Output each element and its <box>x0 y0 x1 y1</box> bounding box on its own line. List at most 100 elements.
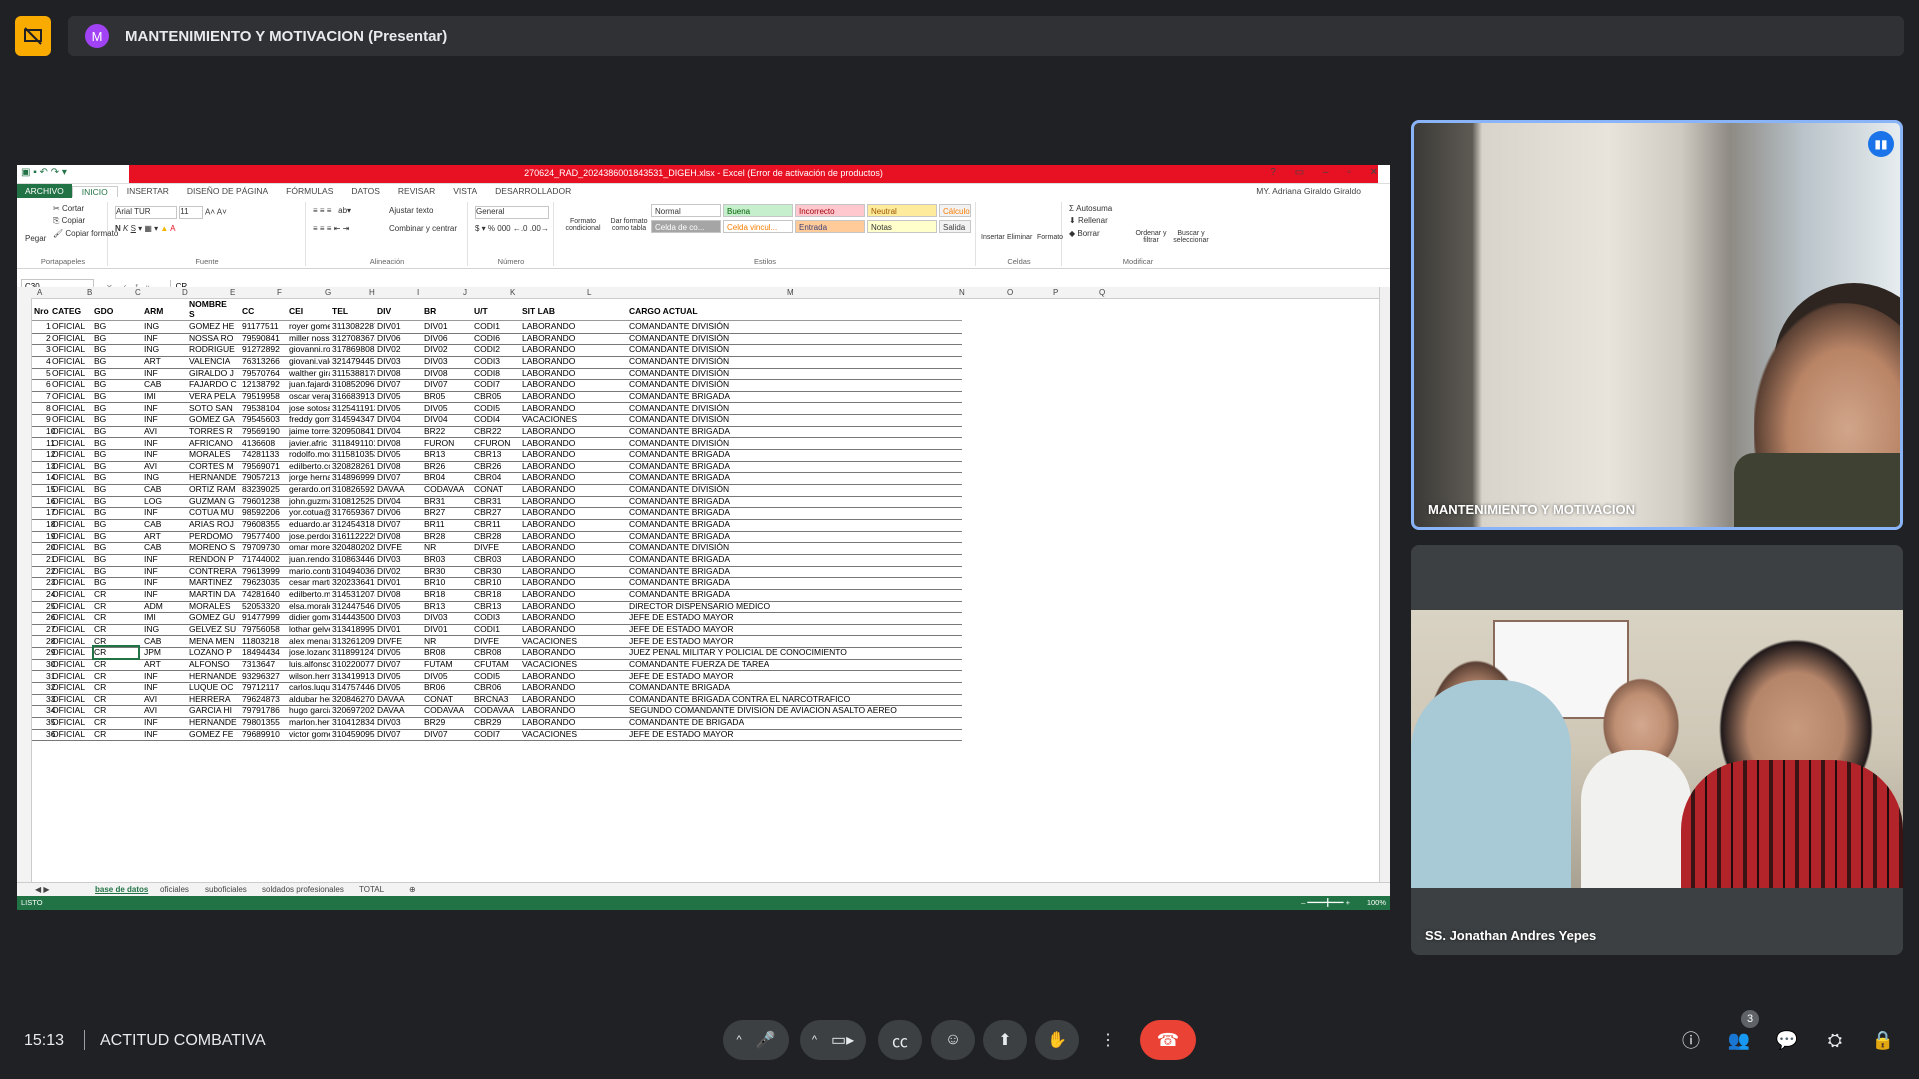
table-cell[interactable]: CR <box>92 645 140 661</box>
table-cell[interactable]: BG <box>94 403 106 414</box>
table-cell[interactable]: OFICIAL <box>52 636 85 647</box>
table-cell[interactable]: DIV03 <box>377 356 401 367</box>
table-cell[interactable]: juan.fajardo <box>289 379 330 390</box>
table-cell[interactable]: BG <box>94 531 106 542</box>
add-sheet-icon[interactable]: ⊕ <box>409 885 416 894</box>
table-cell[interactable]: 4 <box>46 356 51 367</box>
table-cell[interactable]: COMANDANTE DIVISIÓN <box>629 414 729 425</box>
table-cell[interactable]: DIV07 <box>377 472 401 483</box>
table-cell[interactable]: 79709730 <box>242 542 280 553</box>
table-cell[interactable]: BG <box>94 414 106 425</box>
table-row[interactable]: 36 OFICIAL CR INF GOMEZ FE 79689910 victor gom… <box>32 729 962 742</box>
table-cell[interactable]: DIV07 <box>424 379 448 390</box>
table-cell[interactable]: LABORANDO <box>522 391 575 402</box>
table-cell[interactable]: COMANDANTE BRIGADA <box>629 507 730 518</box>
format-cells-button[interactable]: Formato <box>1037 234 1063 241</box>
microphone-button[interactable]: ^ 🎤 <box>723 1020 789 1060</box>
table-cell[interactable]: 3145943478 <box>332 414 375 425</box>
table-cell[interactable]: BRCNA3 <box>474 694 508 705</box>
table-cell[interactable]: LABORANDO <box>522 403 575 414</box>
table-cell[interactable]: LABORANDO <box>522 566 575 577</box>
table-cell[interactable]: LABORANDO <box>522 531 575 542</box>
table-cell[interactable]: GOMEZ FE <box>189 729 233 740</box>
table-cell[interactable]: GIRALDO J <box>189 368 234 379</box>
table-cell[interactable]: INF <box>144 671 158 682</box>
table-cell[interactable]: BR29 <box>424 717 445 728</box>
table-cell[interactable]: COMANDANTE DIVISIÓN <box>629 379 729 390</box>
table-cell[interactable]: OFICIAL <box>52 438 85 449</box>
stop-presenting-icon[interactable] <box>15 16 51 56</box>
table-cell[interactable]: BR08 <box>424 647 445 658</box>
table-cell[interactable]: LABORANDO <box>522 577 575 588</box>
table-cell[interactable]: BG <box>94 426 106 437</box>
table-cell[interactable]: LABORANDO <box>522 589 575 600</box>
table-cell[interactable]: CBR05 <box>474 391 501 402</box>
table-cell[interactable]: CONAT <box>424 694 453 705</box>
table-cell[interactable]: CODAVAA <box>474 705 514 716</box>
style-incorrecto[interactable]: Incorrecto <box>795 204 865 217</box>
table-cell[interactable]: 79545603 <box>242 414 280 425</box>
table-cell[interactable]: COMANDANTE BRIGADA <box>629 531 730 542</box>
table-cell[interactable]: BR22 <box>424 426 445 437</box>
table-cell[interactable]: alex mena@ <box>289 636 330 647</box>
table-cell[interactable]: JEFE DE ESTADO MAYOR <box>629 636 734 647</box>
table-cell[interactable]: CODI7 <box>474 379 500 390</box>
table-cell[interactable]: 6 <box>46 379 51 390</box>
table-cell[interactable]: ART <box>144 659 161 670</box>
table-cell[interactable]: COMANDANTE FUERZA DE TAREA <box>629 659 769 670</box>
table-cell[interactable]: LABORANDO <box>522 356 575 367</box>
table-cell[interactable]: FUTAM <box>424 659 453 670</box>
table-cell[interactable]: COMANDANTE BRIGADA <box>629 682 730 693</box>
sheet-nav-icon[interactable]: ◀ ▶ <box>35 885 50 894</box>
table-cell[interactable]: 3178698083 <box>332 344 375 355</box>
table-cell[interactable]: CODI4 <box>474 414 500 425</box>
table-cell[interactable]: CBR08 <box>474 647 501 658</box>
table-cell[interactable]: PERDOMO <box>189 531 233 542</box>
table-cell[interactable]: DIV08 <box>377 438 401 449</box>
leave-call-button[interactable]: ☎ <box>1140 1020 1196 1060</box>
table-cell[interactable]: CBR30 <box>474 566 501 577</box>
table-cell[interactable]: hugo garcia <box>289 705 330 716</box>
column-letter[interactable]: H <box>369 288 375 297</box>
table-cell[interactable]: AVI <box>144 461 157 472</box>
table-cell[interactable]: 3104590952 <box>332 729 375 740</box>
table-cell[interactable]: CODI3 <box>474 356 500 367</box>
table-cell[interactable]: 79801355 <box>242 717 280 728</box>
table-cell[interactable]: BR13 <box>424 601 445 612</box>
table-cell[interactable]: COMANDANTE DIVISIÓN <box>629 403 729 414</box>
table-cell[interactable]: JPM <box>144 647 161 658</box>
table-cell[interactable]: marlon.hern <box>289 717 330 728</box>
table-cell[interactable]: john.guzma <box>289 496 330 507</box>
table-cell[interactable]: CONAT <box>474 484 503 495</box>
table-cell[interactable]: AFRICANO <box>189 438 233 449</box>
table-cell[interactable]: DIV01 <box>377 321 401 332</box>
table-cell[interactable]: LABORANDO <box>522 507 575 518</box>
table-cell[interactable]: COMANDANTE DIVISIÓN <box>629 484 729 495</box>
column-letter[interactable]: C <box>135 288 141 297</box>
table-cell[interactable]: 71744002 <box>242 554 280 565</box>
table-cell[interactable]: 3 <box>46 344 51 355</box>
table-cell[interactable]: DIV03 <box>424 356 448 367</box>
table-cell[interactable]: GOMEZ HE <box>189 321 234 332</box>
table-cell[interactable]: oscar verap <box>289 391 330 402</box>
column-letter[interactable]: D <box>182 288 188 297</box>
column-letter[interactable]: G <box>325 288 331 297</box>
table-cell[interactable]: AVI <box>144 694 157 705</box>
table-cell[interactable]: BR10 <box>424 577 445 588</box>
table-cell[interactable]: ADM <box>144 601 163 612</box>
header-cell[interactable]: CATEG <box>52 306 81 316</box>
table-cell[interactable]: VACACIONES <box>522 414 577 425</box>
table-cell[interactable]: INF <box>144 333 158 344</box>
table-cell[interactable]: 79538104 <box>242 403 280 414</box>
table-cell[interactable]: COMANDANTE BRIGADA <box>629 461 730 472</box>
table-cell[interactable]: LABORANDO <box>522 682 575 693</box>
chevron-up-icon[interactable]: ^ <box>736 1034 741 1046</box>
table-cell[interactable]: CBR26 <box>474 461 501 472</box>
table-cell[interactable]: DIV01 <box>377 577 401 588</box>
table-cell[interactable]: MORALES <box>189 601 231 612</box>
table-cell[interactable]: CORTES M <box>189 461 234 472</box>
table-cell[interactable]: CBR06 <box>474 682 501 693</box>
table-cell[interactable]: LABORANDO <box>522 624 575 635</box>
format-as-table-button[interactable]: Dar formato como tabla <box>607 218 651 232</box>
sheet-tab-suboficiales[interactable]: suboficiales <box>205 885 247 894</box>
